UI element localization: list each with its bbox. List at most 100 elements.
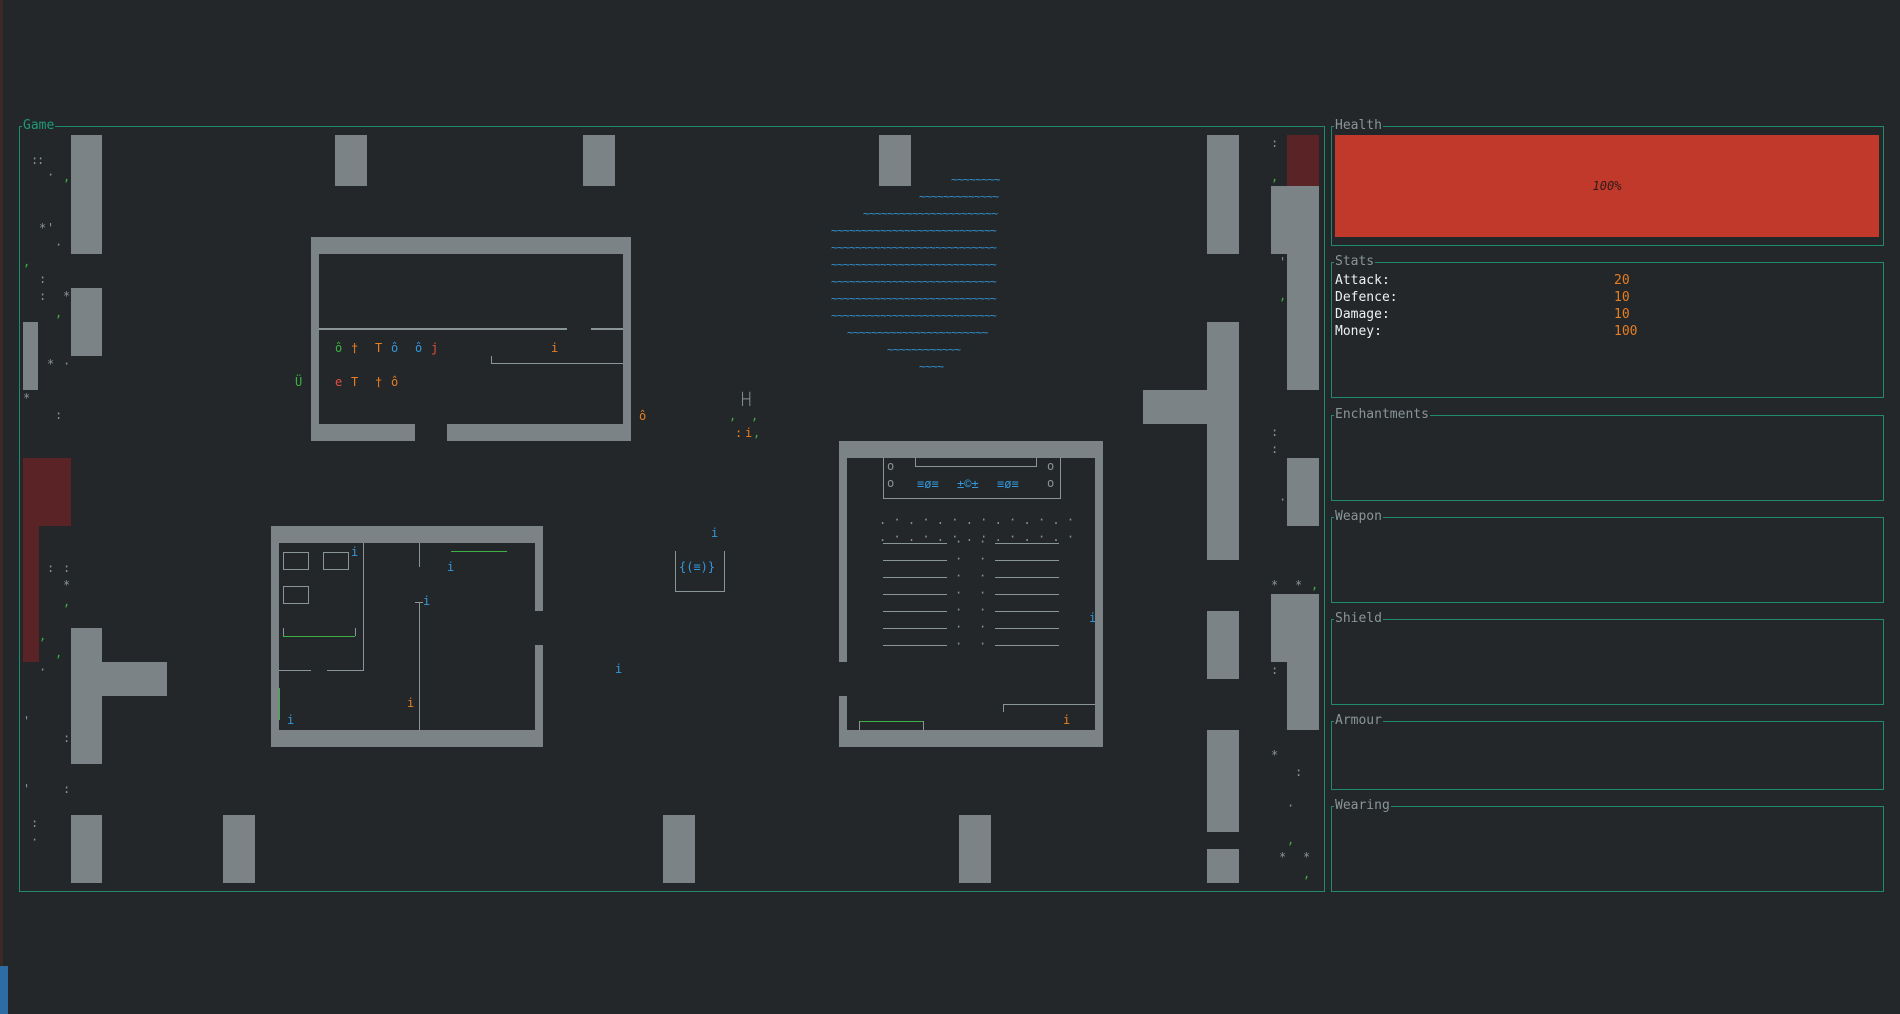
ground-tile: ' (23, 782, 31, 796)
npc-villager: i (745, 426, 753, 440)
shield-panel: Shield (1331, 611, 1884, 705)
ground-tile: * (47, 357, 55, 371)
ground-tile: , (55, 306, 63, 320)
water-tile-row: ~~~~~~~~~~~~~~~~~~~~~~ (863, 207, 998, 220)
water-tile-row: ~~~~~~~~~~~~~ (919, 190, 999, 203)
wall-block (102, 662, 167, 696)
wall-block (71, 628, 102, 764)
wall-block (335, 135, 367, 186)
game-map-panel[interactable]: Game (19, 118, 1325, 892)
ground-tile: , (63, 170, 71, 184)
pew-bench (883, 594, 947, 595)
item-dagger: † (375, 375, 383, 389)
pew-bench (995, 543, 1059, 544)
water-tile-row: ~~~~~~~~~~~~~~~~~~~~~~~~~~~ (831, 292, 997, 305)
ground-tile: , (729, 409, 737, 423)
enchantments-panel-title: Enchantments (1334, 407, 1430, 423)
stat-value-money: 100 (1614, 324, 1638, 339)
interior-line (283, 628, 284, 636)
dark-wall-block (1287, 135, 1319, 186)
item-e: e (335, 375, 343, 389)
building-wall (447, 424, 631, 441)
building-wall (839, 441, 1103, 458)
wall-block (1287, 458, 1319, 526)
floor-dots: · (979, 552, 987, 566)
ground-tile: , (63, 595, 71, 609)
floor-dots: · (955, 620, 963, 634)
ground-tile: · (55, 238, 63, 252)
npc-villager: i (447, 560, 455, 574)
ground-tile: : (63, 782, 71, 796)
ground-tile: , (1311, 578, 1319, 592)
ground-tile: : (37, 153, 45, 167)
ground-tile: : (735, 426, 743, 440)
interior-line (1003, 704, 1004, 712)
floor-dots: · (979, 586, 987, 600)
floor-dots: · (979, 603, 987, 617)
building-wall (271, 730, 543, 747)
ground-tile: : (63, 731, 71, 745)
weapon-panel: Weapon (1331, 509, 1884, 603)
wall-block (23, 322, 38, 390)
floor-dots: · (979, 569, 987, 583)
ground-tile: : (31, 816, 39, 830)
ground-tile: ' (1279, 255, 1287, 269)
pew-bench (995, 594, 1059, 595)
floor-dots: · (979, 620, 987, 634)
health-percent: 100% (1592, 179, 1622, 193)
wearing-panel: Wearing (1331, 798, 1884, 892)
altar-frame (915, 458, 1037, 467)
wall-block (663, 815, 695, 883)
ground-tile: , (1287, 833, 1295, 847)
wall-block (1207, 135, 1239, 254)
ground-tile: * (1271, 578, 1279, 592)
pew-bench (995, 645, 1059, 646)
water-tile-row: ~~~~ (919, 360, 944, 373)
ground-tile: · (1287, 799, 1295, 813)
ground-tile: , (23, 255, 31, 269)
weapon-panel-title: Weapon (1334, 509, 1383, 525)
item-o: ô (639, 409, 647, 423)
window-edge-accent (0, 966, 8, 1014)
npc-villager: i (551, 341, 559, 355)
water-tile-row: ~~~~~~~~~~~~~~~~~~~~~~~~~~~ (831, 224, 997, 237)
shield-panel-title: Shield (1334, 611, 1383, 627)
ground-tile: : (1271, 136, 1279, 150)
item-o: ô (391, 375, 399, 389)
interior-line (591, 328, 623, 330)
pew-bench (995, 628, 1059, 629)
interior-line (419, 602, 420, 730)
building-wall (311, 237, 631, 254)
wall-block (1271, 186, 1319, 254)
npc-villager: i (423, 594, 431, 608)
ground-tile: · (39, 663, 47, 677)
interior-line (859, 721, 860, 730)
building-wall (271, 526, 543, 543)
ground-tile: : (39, 272, 47, 286)
npc-villager: i (351, 545, 359, 559)
altar-right: ≡ø≡ (997, 477, 1019, 491)
ground-tile: * (1303, 850, 1311, 864)
bed (283, 586, 309, 604)
item-o: ô (415, 341, 423, 355)
stat-value-defence: 10 (1614, 290, 1630, 305)
interior-line (327, 670, 363, 671)
ground-tile: * (1279, 850, 1287, 864)
wearing-panel-title: Wearing (1334, 798, 1391, 814)
altar-center: ±©± (957, 477, 979, 491)
npc-villager: i (1089, 611, 1097, 625)
pew-bench (883, 560, 947, 561)
stat-label-attack: Attack: (1335, 273, 1390, 288)
ground-tile: * (1295, 578, 1303, 592)
ground-tile: · (47, 168, 55, 182)
wall-block (1207, 849, 1239, 883)
interior-line (491, 363, 623, 364)
rug (859, 721, 923, 722)
floor-dots: · (955, 552, 963, 566)
wall-block (71, 135, 102, 254)
rug (279, 688, 280, 720)
ground-tile: · (1279, 493, 1287, 507)
armour-panel-title: Armour (1334, 713, 1383, 729)
dark-wall-block (23, 526, 39, 662)
pew-bench (995, 611, 1059, 612)
